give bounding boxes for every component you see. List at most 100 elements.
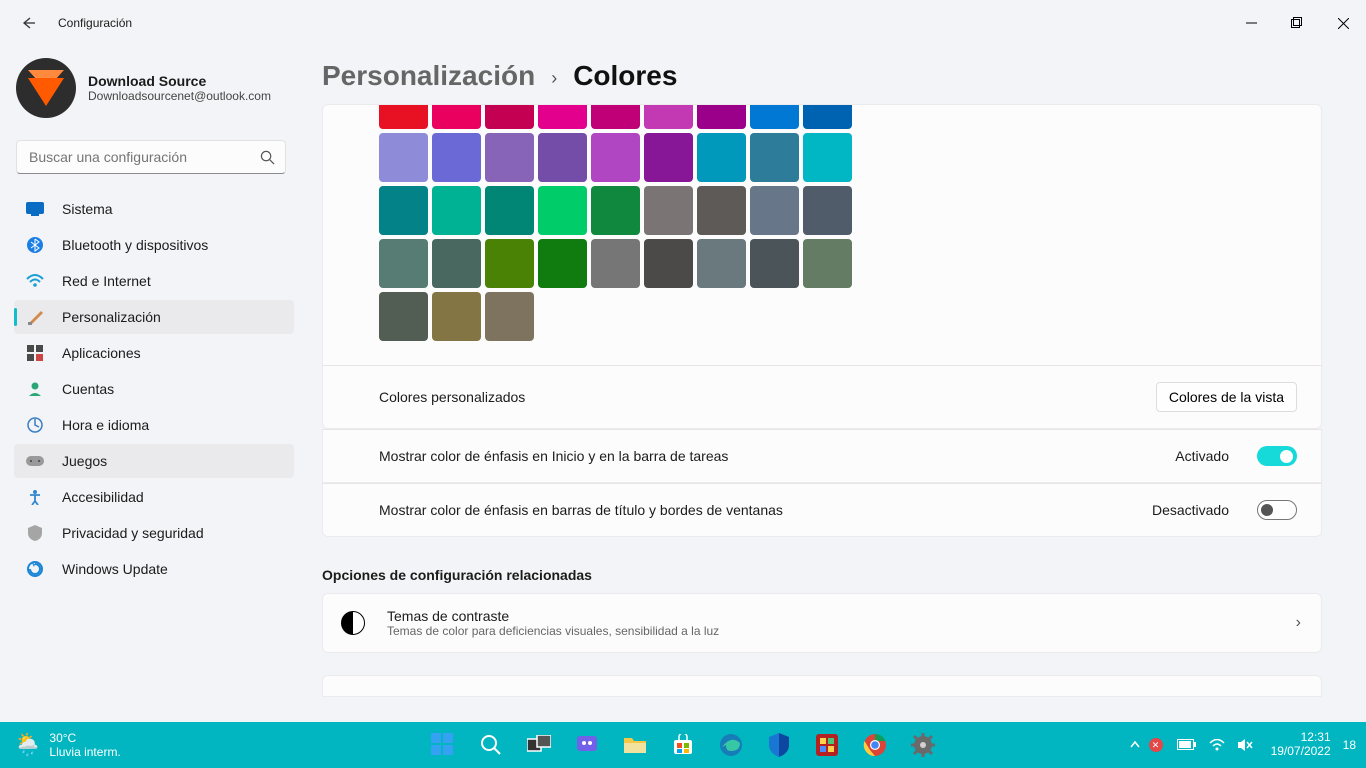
chat-button[interactable]: [568, 726, 606, 764]
chevron-right-icon: ›: [1296, 614, 1301, 632]
battery-icon[interactable]: [1177, 739, 1197, 751]
color-swatch[interactable]: [803, 186, 852, 235]
breadcrumb: Personalización › Colores: [322, 60, 1322, 92]
color-swatch[interactable]: [379, 133, 428, 182]
setting-custom-colors: Colores personalizados Colores de la vis…: [322, 365, 1322, 429]
security-button[interactable]: [760, 726, 798, 764]
gamepad-icon: [26, 452, 44, 470]
color-swatch[interactable]: [538, 239, 587, 288]
taskbar: 🌦️ 30°C Lluvia interm. ✕ 12:31 19/07/202…: [0, 722, 1366, 768]
view-colors-button[interactable]: Colores de la vista: [1156, 382, 1297, 412]
color-swatch[interactable]: [697, 105, 746, 129]
color-swatch[interactable]: [697, 186, 746, 235]
sidebar-item-label: Hora e idioma: [62, 417, 149, 433]
profile-section[interactable]: Download Source Downloadsourcenet@outloo…: [14, 56, 294, 136]
contrast-icon: [341, 611, 365, 635]
minimize-button[interactable]: [1228, 0, 1274, 46]
volume-muted-icon[interactable]: [1237, 738, 1253, 752]
color-swatch[interactable]: [432, 186, 481, 235]
sidebar-item-cuentas[interactable]: Cuentas: [14, 372, 294, 406]
color-swatch[interactable]: [750, 105, 799, 129]
sidebar-item-hora[interactable]: Hora e idioma: [14, 408, 294, 442]
search-field[interactable]: [27, 148, 260, 166]
setting-label: Mostrar color de énfasis en Inicio y en …: [379, 448, 728, 464]
task-view-button[interactable]: [520, 726, 558, 764]
color-swatch[interactable]: [644, 186, 693, 235]
color-swatch[interactable]: [644, 239, 693, 288]
close-button[interactable]: [1320, 0, 1366, 46]
setting-accent-start: Mostrar color de énfasis en Inicio y en …: [322, 429, 1322, 483]
onedrive-status-icon[interactable]: ✕: [1149, 738, 1163, 752]
toggle-accent-start[interactable]: [1257, 446, 1297, 466]
color-swatch[interactable]: [591, 105, 640, 129]
color-swatch[interactable]: [750, 239, 799, 288]
color-swatch[interactable]: [432, 133, 481, 182]
store-button[interactable]: [664, 726, 702, 764]
start-button[interactable]: [424, 726, 462, 764]
sidebar-item-juegos[interactable]: Juegos: [14, 444, 294, 478]
color-swatch[interactable]: [485, 186, 534, 235]
color-swatch[interactable]: [803, 239, 852, 288]
profile-email: Downloadsourcenet@outlook.com: [88, 89, 271, 103]
search-icon: [260, 150, 275, 165]
color-swatch[interactable]: [750, 186, 799, 235]
color-swatch[interactable]: [485, 133, 534, 182]
sidebar-item-personalizacion[interactable]: Personalización: [14, 300, 294, 334]
sidebar-item-bluetooth[interactable]: Bluetooth y dispositivos: [14, 228, 294, 262]
sidebar-item-aplicaciones[interactable]: Aplicaciones: [14, 336, 294, 370]
color-swatch[interactable]: [697, 133, 746, 182]
back-button[interactable]: [18, 13, 38, 33]
color-swatch[interactable]: [432, 239, 481, 288]
color-swatch[interactable]: [644, 105, 693, 129]
sidebar-item-accesibilidad[interactable]: Accesibilidad: [14, 480, 294, 514]
color-swatch[interactable]: [485, 292, 534, 341]
search-input[interactable]: [16, 140, 286, 174]
setting-label: Colores personalizados: [379, 389, 525, 405]
color-swatch[interactable]: [485, 239, 534, 288]
color-swatch[interactable]: [379, 105, 428, 129]
settings-button[interactable]: [904, 726, 942, 764]
color-swatch[interactable]: [538, 105, 587, 129]
person-icon: [26, 380, 44, 398]
color-swatch[interactable]: [485, 105, 534, 129]
shield-icon: [26, 524, 44, 542]
notification-count[interactable]: 18: [1343, 738, 1356, 752]
color-swatch[interactable]: [379, 186, 428, 235]
color-swatch[interactable]: [538, 133, 587, 182]
next-card[interactable]: [322, 675, 1322, 697]
wifi-tray-icon[interactable]: [1209, 739, 1225, 751]
color-swatch[interactable]: [432, 292, 481, 341]
profile-name: Download Source: [88, 73, 271, 89]
explorer-button[interactable]: [616, 726, 654, 764]
color-swatch[interactable]: [379, 239, 428, 288]
color-swatch[interactable]: [591, 186, 640, 235]
color-swatch[interactable]: [803, 105, 852, 129]
maximize-button[interactable]: [1274, 0, 1320, 46]
apps-icon: [26, 344, 44, 362]
color-swatch[interactable]: [591, 239, 640, 288]
contrast-themes-card[interactable]: Temas de contraste Temas de color para d…: [322, 593, 1322, 653]
clock[interactable]: 12:31 19/07/2022: [1267, 731, 1335, 759]
color-swatch[interactable]: [591, 133, 640, 182]
sidebar-item-privacidad[interactable]: Privacidad y seguridad: [14, 516, 294, 550]
edge-button[interactable]: [712, 726, 750, 764]
sidebar-item-sistema[interactable]: Sistema: [14, 192, 294, 226]
color-swatch[interactable]: [803, 133, 852, 182]
app-pinned-1[interactable]: [808, 726, 846, 764]
sidebar-item-update[interactable]: Windows Update: [14, 552, 294, 586]
sidebar-item-label: Cuentas: [62, 381, 114, 397]
nav: Sistema Bluetooth y dispositivos Red e I…: [14, 192, 294, 586]
sidebar-item-red[interactable]: Red e Internet: [14, 264, 294, 298]
breadcrumb-parent[interactable]: Personalización: [322, 60, 535, 92]
toggle-accent-title[interactable]: [1257, 500, 1297, 520]
color-swatch[interactable]: [432, 105, 481, 129]
color-swatch[interactable]: [538, 186, 587, 235]
color-swatch[interactable]: [750, 133, 799, 182]
color-swatch[interactable]: [644, 133, 693, 182]
weather-widget[interactable]: 🌦️ 30°C Lluvia interm.: [0, 731, 121, 759]
tray-chevron-icon[interactable]: [1129, 739, 1141, 751]
color-swatch[interactable]: [379, 292, 428, 341]
chrome-button[interactable]: [856, 726, 894, 764]
taskbar-search-button[interactable]: [472, 726, 510, 764]
color-swatch[interactable]: [697, 239, 746, 288]
